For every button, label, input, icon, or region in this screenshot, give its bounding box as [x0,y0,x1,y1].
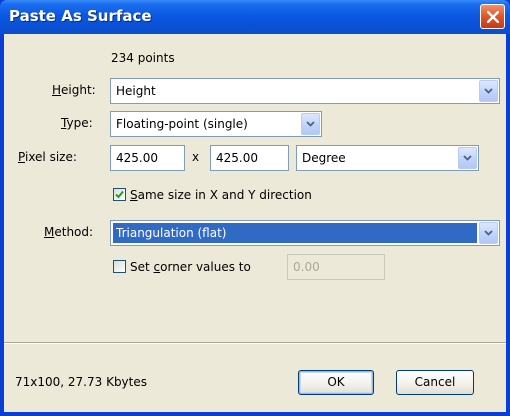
checkmark-icon [115,190,124,199]
height-dropdown-button[interactable] [479,80,498,102]
height-label: Height: [52,83,96,97]
chevron-down-icon [484,230,493,236]
pixel-size-y-input[interactable]: 425.00 [210,145,289,171]
type-label: Type: [61,116,93,130]
same-size-label[interactable]: Same size in X and Y direction [130,185,312,205]
status-text: 71x100, 27.73 Kbytes [15,375,147,389]
method-dropdown-button[interactable] [479,222,498,244]
chevron-down-icon [463,155,472,161]
type-combo-value: Floating-point (single) [116,117,248,131]
corner-values-label[interactable]: Set corner values to [130,257,251,277]
unit-combo-value: Degree [302,151,346,165]
pixel-size-label: Pixel size: [18,150,77,164]
times-sign: x [192,150,200,164]
method-combo[interactable]: Triangulation (flat) [110,220,500,246]
close-button[interactable] [480,4,505,29]
type-dropdown-button[interactable] [301,113,320,135]
type-combo[interactable]: Floating-point (single) [110,111,322,137]
cancel-button[interactable]: Cancel [396,370,474,395]
dialog-client-area: 234 points Height: Height Type: Floating… [4,34,506,412]
points-count: 234 points [111,51,175,65]
dialog-title: Paste As Surface [9,7,152,25]
pixel-size-x-input[interactable]: 425.00 [110,145,185,171]
footer-separator [4,342,506,344]
ok-button[interactable]: OK [298,370,374,395]
unit-dropdown-button[interactable] [458,147,477,169]
method-label: Method: [44,225,94,239]
height-combo-value: Height [116,84,156,98]
chevron-down-icon [484,88,493,94]
close-icon [487,11,499,23]
method-combo-value: Triangulation (flat) [113,223,477,243]
dialog-window: Paste As Surface 234 points Height: Heig… [0,0,510,416]
unit-combo[interactable]: Degree [296,145,479,171]
height-combo[interactable]: Height [110,78,500,104]
corner-values-checkbox[interactable] [113,260,126,273]
chevron-down-icon [306,121,315,127]
corner-value-input[interactable]: 0.00 [287,254,385,280]
title-bar[interactable]: Paste As Surface [0,0,510,34]
same-size-checkbox[interactable] [113,188,126,201]
